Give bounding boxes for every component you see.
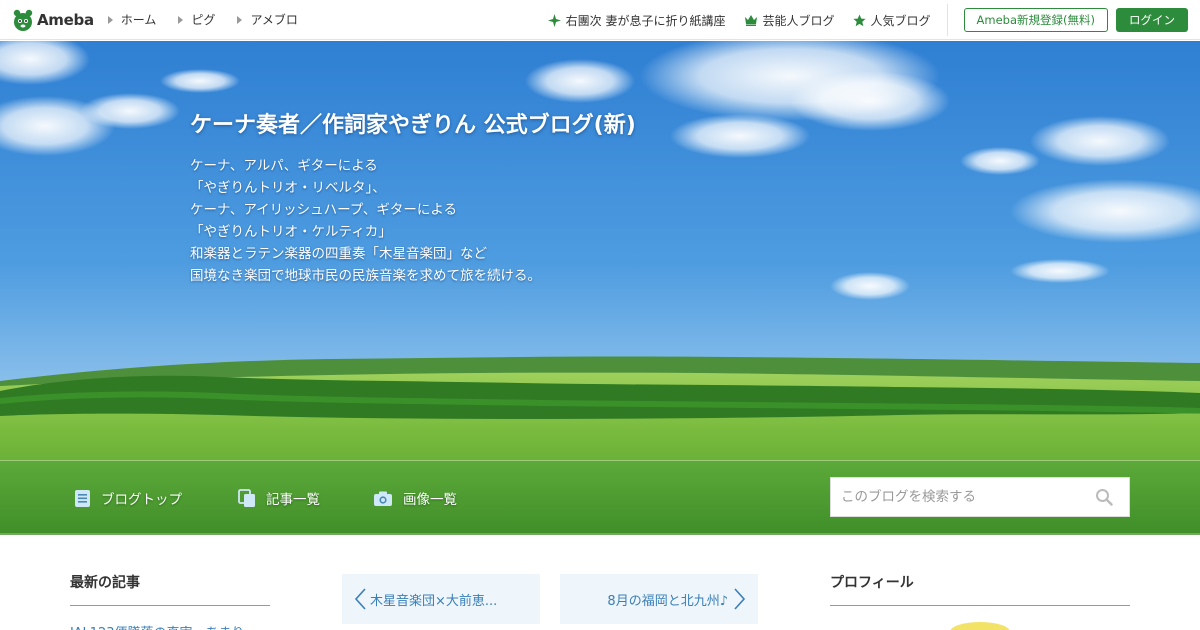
next-article-button[interactable]: 8月の福岡と北九州♪ [560, 574, 758, 624]
triangle-right-icon [237, 15, 243, 24]
prev-article-button[interactable]: 木星音楽団×大前恵... [342, 574, 540, 624]
profile-avatar[interactable] [950, 622, 1010, 630]
star-icon [852, 13, 866, 26]
image-list-label: 画像一覧 [403, 492, 457, 508]
profile-section: プロフィール [830, 572, 1130, 606]
blog-description-line: 「やぎりんトリオ・リベルタ」、 [190, 180, 386, 196]
camera-icon [374, 491, 392, 506]
triangle-right-icon [178, 15, 184, 24]
prev-article-title: 木星音楽団×大前恵... [370, 593, 498, 609]
nav-home-label: ホーム [120, 13, 157, 27]
recent-articles-title: 最新の記事 [70, 572, 270, 606]
header-divider [946, 4, 948, 36]
blog-top-label: ブログトップ [101, 492, 182, 508]
blog-description-line: 和楽器とラテン楽器の四重奏「木星音楽団」など [190, 246, 487, 262]
nav-ameblo[interactable]: アメブロ [237, 11, 298, 28]
search-icon[interactable] [1089, 482, 1119, 512]
recent-article-link[interactable]: JAL123便墜落の真実 あまり [70, 622, 270, 630]
blog-menu-bar: ブログトップ 記事一覧 画像一覧 [0, 461, 1200, 535]
ameba-mascot-icon [13, 9, 33, 31]
next-article-title: 8月の福岡と北九州♪ [607, 593, 728, 609]
chevron-left-icon [354, 588, 366, 610]
blog-description-line: ケーナ、アルパ、ギターによる [190, 158, 378, 174]
register-button[interactable]: Ameba新規登録(無料) [963, 8, 1108, 32]
nav-pigg[interactable]: ピグ [178, 11, 215, 28]
document-icon [75, 489, 90, 507]
crown-icon [744, 15, 757, 26]
header-right: 右團次 妻が息子に折り紙講座 芸能人ブログ 人気ブログ Ameba新規登録(無料… [547, 0, 1200, 40]
global-header: Ameba ホーム ピグ アメブロ 右團次 妻が息子に折り紙講座 芸能人ブログ … [0, 0, 1200, 40]
blog-search-box [830, 477, 1130, 517]
copy-icon [238, 488, 255, 507]
popular-blog-link[interactable]: 人気ブログ [852, 12, 931, 29]
recent-articles-section: 最新の記事 JAL123便墜落の真実 あまり [70, 572, 270, 630]
blog-top-link[interactable]: ブログトップ [74, 488, 182, 508]
trending-topic-link[interactable]: 右團次 妻が息子に折り紙講座 [547, 12, 726, 29]
article-list-label: 記事一覧 [266, 492, 320, 508]
sparkle-icon [547, 13, 561, 27]
trending-topic-label: 右團次 妻が息子に折り紙講座 [565, 13, 726, 28]
blog-title[interactable]: ケーナ奏者／作詞家やぎりん 公式ブログ(新) [190, 107, 636, 139]
nav-home[interactable]: ホーム [107, 11, 157, 28]
triangle-right-icon [107, 15, 113, 24]
celebrity-blog-link[interactable]: 芸能人ブログ [744, 12, 835, 29]
image-list-link[interactable]: 画像一覧 [373, 488, 457, 508]
blog-description-line: ケーナ、アイリッシュハープ、ギターによる [190, 202, 458, 218]
article-list-link[interactable]: 記事一覧 [238, 488, 320, 508]
global-nav: ホーム ピグ アメブロ [107, 11, 320, 28]
celebrity-blog-label: 芸能人ブログ [762, 13, 835, 28]
logo-text: Ameba [37, 10, 94, 29]
nav-pigg-label: ピグ [191, 13, 216, 27]
popular-blog-label: 人気ブログ [870, 13, 931, 28]
blog-search-input[interactable] [831, 478, 1089, 516]
login-button[interactable]: ログイン [1116, 8, 1188, 32]
blog-description: ケーナ、アルパ、ギターによる 「やぎりんトリオ・リベルタ」、 ケーナ、アイリッシ… [190, 155, 541, 287]
profile-title: プロフィール [830, 572, 1130, 606]
blog-description-line: 国境なき楽団で地球市民の民族音楽を求めて旅を続ける。 [190, 268, 541, 284]
chevron-right-icon [734, 588, 746, 610]
nav-ameblo-label: アメブロ [250, 13, 298, 27]
blog-description-line: 「やぎりんトリオ・ケルティカ」 [190, 224, 392, 240]
ameba-logo[interactable]: Ameba [12, 0, 94, 40]
